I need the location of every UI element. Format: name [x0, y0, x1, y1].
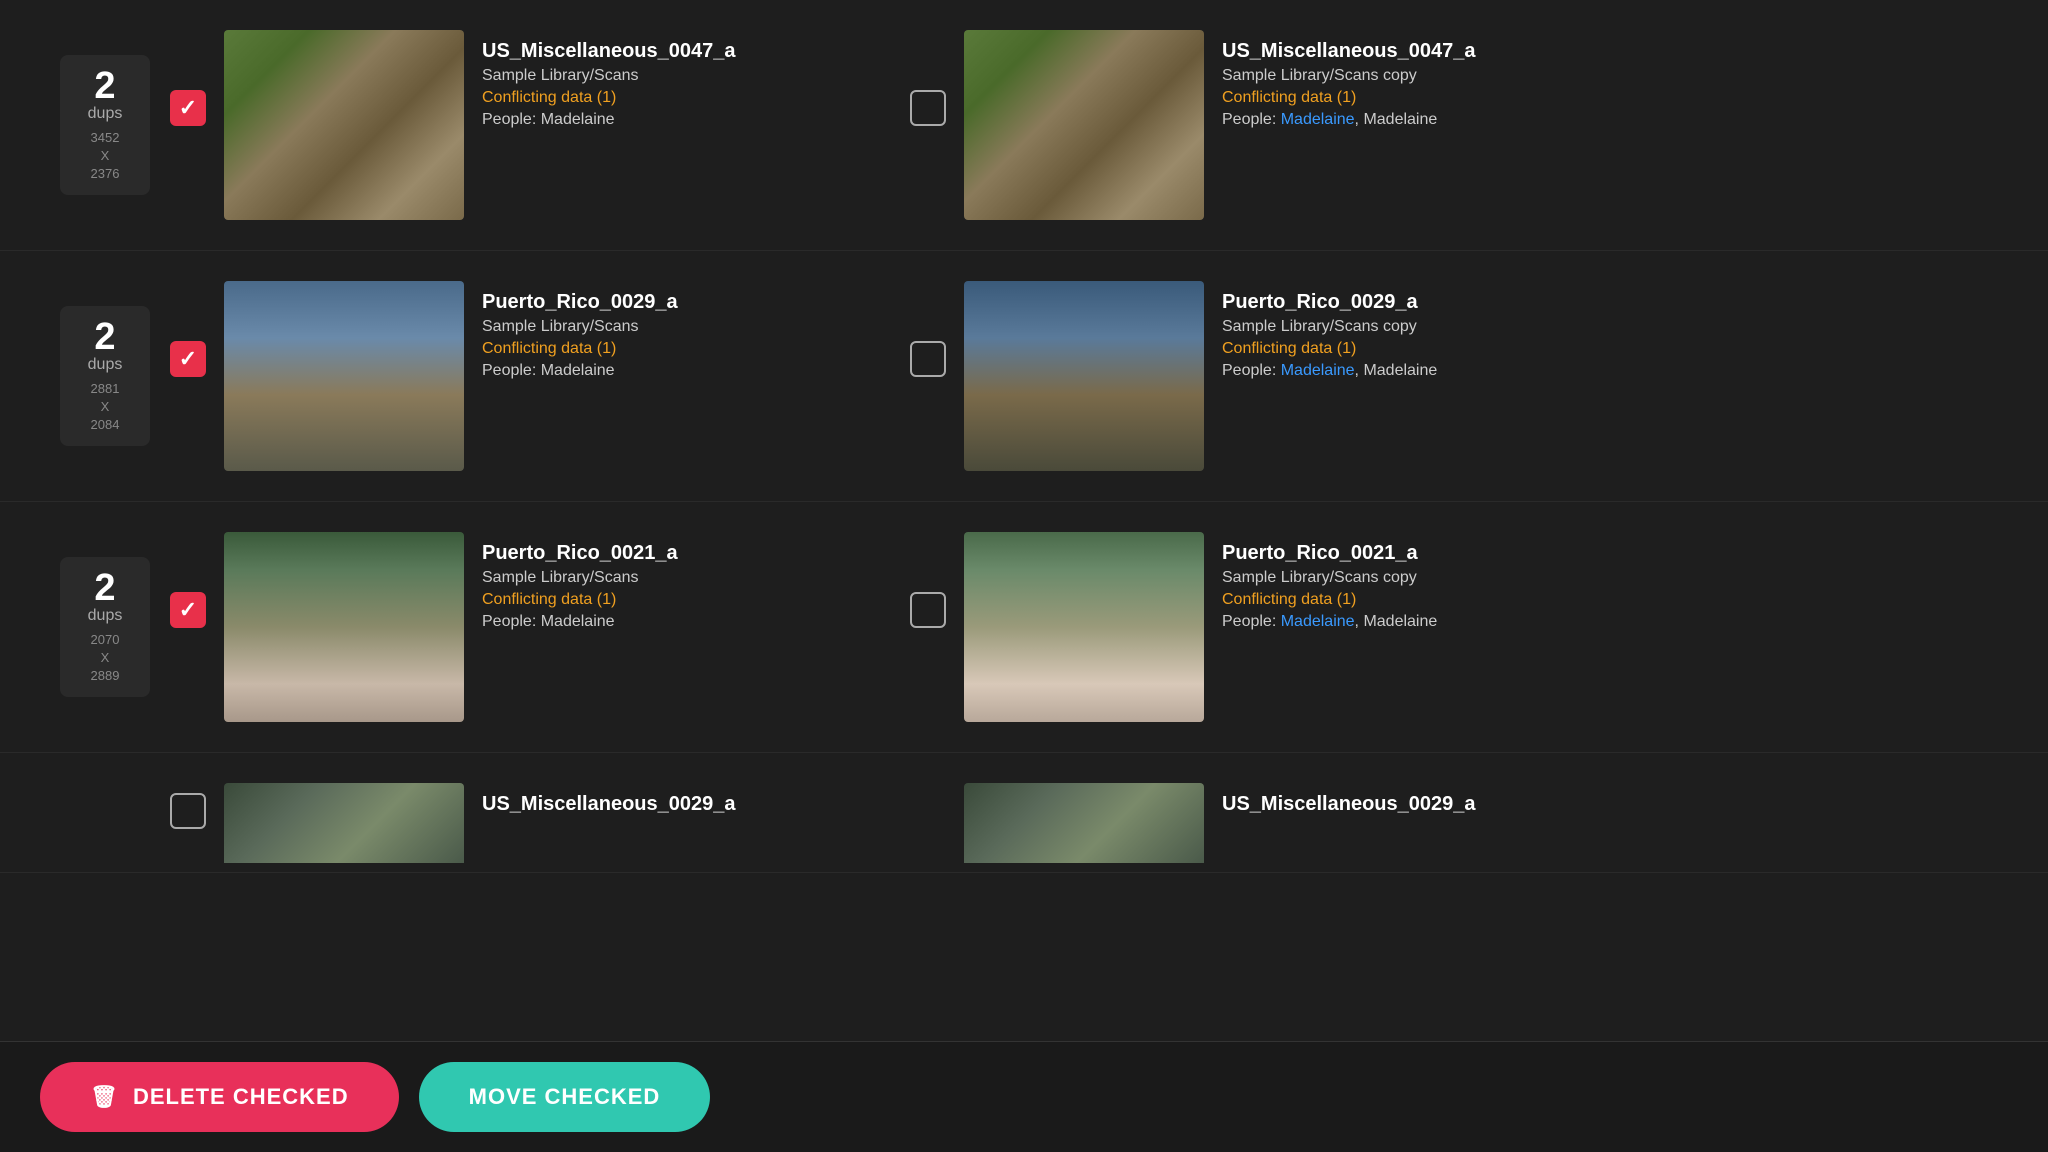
checkbox-area	[170, 90, 206, 126]
photo-name: US_Miscellaneous_0029_a	[482, 793, 870, 816]
photo-thumbnail	[224, 30, 464, 220]
photo-item: US_Miscellaneous_0029_a	[170, 783, 870, 863]
photo-info: Puerto_Rico_0029_a Sample Library/Scans …	[482, 281, 870, 380]
dup-count: 2	[70, 67, 140, 105]
items-row: US_Miscellaneous_0029_a US_Miscellaneous…	[170, 783, 1988, 863]
photo-info: Puerto_Rico_0021_a Sample Library/Scans …	[482, 532, 870, 631]
photo-info: Puerto_Rico_0021_a Sample Library/Scans …	[1222, 532, 1610, 631]
dup-group: 2 dups 2881X2084 Puerto_Rico_0029_a Samp…	[0, 251, 2048, 502]
checkbox-checked[interactable]	[170, 592, 206, 628]
photo-name: Puerto_Rico_0029_a	[1222, 291, 1610, 314]
people-highlight: Madelaine	[1281, 362, 1355, 379]
photo-library: Sample Library/Scans copy	[1222, 67, 1610, 85]
conflicting-data: Conflicting data (1)	[1222, 89, 1610, 107]
dup-badge: 2 dups 2881X2084	[60, 306, 150, 447]
delete-checked-label: DELETE CHECKED	[133, 1084, 349, 1110]
photo-people: People: Madelaine, Madelaine	[1222, 362, 1610, 380]
checkbox-checked[interactable]	[170, 341, 206, 377]
checkbox-area	[170, 341, 206, 377]
photo-name: Puerto_Rico_0021_a	[1222, 542, 1610, 565]
photo-item: Puerto_Rico_0021_a Sample Library/Scans …	[910, 532, 1610, 722]
photo-thumbnail	[224, 532, 464, 722]
dup-group: 2 dups US_Miscellaneous_0029_a US_Miscel	[0, 753, 2048, 873]
checkbox-unchecked[interactable]	[170, 793, 206, 829]
checkbox-unchecked[interactable]	[910, 592, 946, 628]
dup-badge: 2 dups 2070X2889	[60, 557, 150, 698]
conflicting-data: Conflicting data (1)	[482, 340, 870, 358]
photo-library: Sample Library/Scans copy	[1222, 318, 1610, 336]
items-row: US_Miscellaneous_0047_a Sample Library/S…	[170, 30, 1988, 220]
photo-thumbnail	[224, 281, 464, 471]
conflicting-data: Conflicting data (1)	[1222, 340, 1610, 358]
photo-info: US_Miscellaneous_0029_a	[1222, 783, 1610, 820]
conflicting-data: Conflicting data (1)	[482, 89, 870, 107]
photo-thumbnail-partial	[224, 783, 464, 863]
dups-label: dups	[70, 105, 140, 123]
scroll-container: 2 dups 3452X2376 US_Miscellaneous_0047_a…	[0, 0, 2048, 1033]
photo-name: Puerto_Rico_0029_a	[482, 291, 870, 314]
photo-info: US_Miscellaneous_0047_a Sample Library/S…	[482, 30, 870, 129]
dups-label: dups	[70, 356, 140, 374]
dup-group: 2 dups 3452X2376 US_Miscellaneous_0047_a…	[0, 0, 2048, 251]
move-checked-label: MOVE CHECKED	[469, 1084, 661, 1109]
people-highlight: Madelaine	[1281, 613, 1355, 630]
photo-name: US_Miscellaneous_0047_a	[1222, 40, 1610, 63]
dup-badge: 2 dups 3452X2376	[60, 55, 150, 196]
checkbox-area	[170, 793, 206, 829]
dup-count: 2	[70, 318, 140, 356]
move-checked-button[interactable]: MOVE CHECKED	[419, 1062, 711, 1132]
conflicting-data: Conflicting data (1)	[482, 591, 870, 609]
photo-people: People: Madelaine	[482, 613, 870, 631]
checkbox-area	[910, 90, 946, 126]
photo-item: Puerto_Rico_0029_a Sample Library/Scans …	[170, 281, 870, 471]
photo-library: Sample Library/Scans copy	[1222, 569, 1610, 587]
photo-people: People: Madelaine, Madelaine	[1222, 111, 1610, 129]
items-row: Puerto_Rico_0021_a Sample Library/Scans …	[170, 532, 1988, 722]
dups-label: dups	[70, 607, 140, 625]
photo-info: Puerto_Rico_0029_a Sample Library/Scans …	[1222, 281, 1610, 380]
action-bar: 🗑 DELETE CHECKED MOVE CHECKED	[0, 1041, 2048, 1152]
dup-dimensions: 2070X2889	[70, 631, 140, 686]
dup-group: 2 dups 2070X2889 Puerto_Rico_0021_a Samp…	[0, 502, 2048, 753]
dup-dimensions: 2881X2084	[70, 380, 140, 435]
dup-dimensions: 3452X2376	[70, 129, 140, 184]
photo-library: Sample Library/Scans	[482, 67, 870, 85]
photo-thumbnail	[964, 532, 1204, 722]
photo-thumbnail	[964, 30, 1204, 220]
checkbox-unchecked[interactable]	[910, 90, 946, 126]
checkbox-unchecked[interactable]	[910, 341, 946, 377]
photo-thumbnail-partial	[964, 783, 1204, 863]
photo-library: Sample Library/Scans	[482, 569, 870, 587]
photo-name: Puerto_Rico_0021_a	[482, 542, 870, 565]
people-highlight: Madelaine	[1281, 111, 1355, 128]
checkbox-checked[interactable]	[170, 90, 206, 126]
dup-count: 2	[70, 569, 140, 607]
photo-people: People: Madelaine, Madelaine	[1222, 613, 1610, 631]
trash-icon: 🗑	[90, 1084, 119, 1110]
photo-library: Sample Library/Scans	[482, 318, 870, 336]
photo-thumbnail	[964, 281, 1204, 471]
photo-name: US_Miscellaneous_0047_a	[482, 40, 870, 63]
photo-item: Puerto_Rico_0021_a Sample Library/Scans …	[170, 532, 870, 722]
photo-name: US_Miscellaneous_0029_a	[1222, 793, 1610, 816]
checkbox-area	[170, 592, 206, 628]
photo-item: US_Miscellaneous_0047_a Sample Library/S…	[170, 30, 870, 220]
items-row: Puerto_Rico_0029_a Sample Library/Scans …	[170, 281, 1988, 471]
photo-item: US_Miscellaneous_0047_a Sample Library/S…	[910, 30, 1610, 220]
photo-item: Puerto_Rico_0029_a Sample Library/Scans …	[910, 281, 1610, 471]
photo-people: People: Madelaine	[482, 362, 870, 380]
photo-info: US_Miscellaneous_0029_a	[482, 783, 870, 820]
photo-people: People: Madelaine	[482, 111, 870, 129]
delete-checked-button[interactable]: 🗑 DELETE CHECKED	[40, 1062, 399, 1132]
conflicting-data: Conflicting data (1)	[1222, 591, 1610, 609]
checkbox-area	[910, 341, 946, 377]
photo-item: US_Miscellaneous_0029_a	[910, 783, 1610, 863]
checkbox-area	[910, 592, 946, 628]
photo-info: US_Miscellaneous_0047_a Sample Library/S…	[1222, 30, 1610, 129]
